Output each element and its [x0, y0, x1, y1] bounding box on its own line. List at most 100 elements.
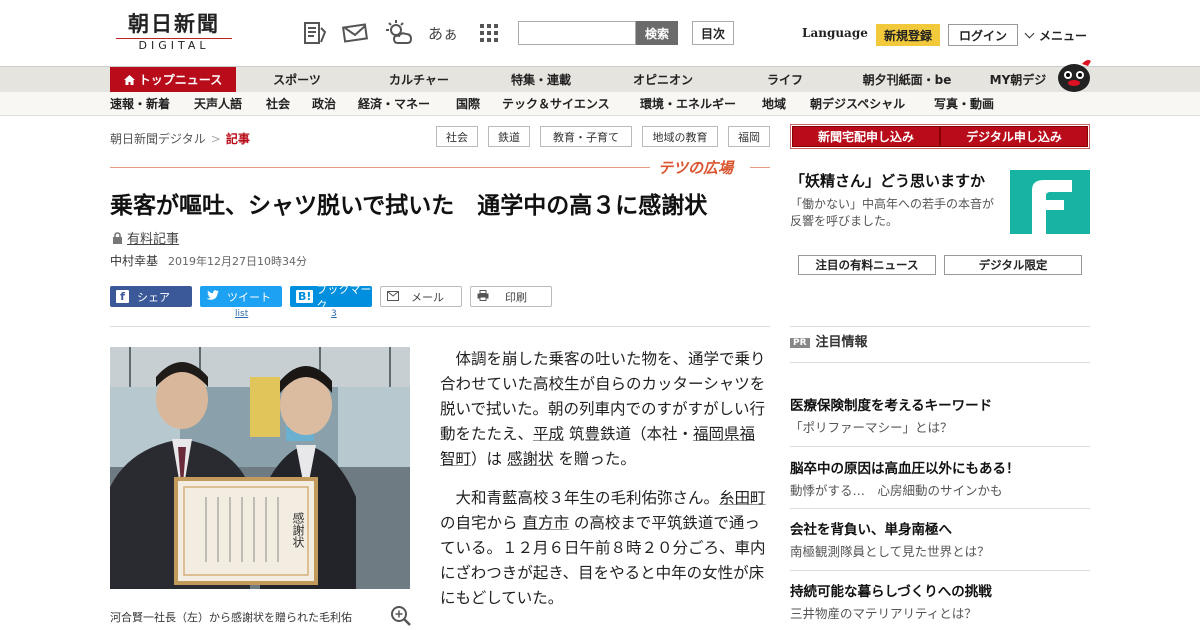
article-divider [110, 326, 770, 327]
nav-features[interactable]: 特集・連載 [498, 67, 584, 93]
nav-tenseijingo[interactable]: 天声人語 [194, 92, 242, 116]
hatena-label: ブックマーク [316, 282, 372, 312]
envelope-icon [387, 290, 399, 304]
menu-label: メニュー [1039, 29, 1088, 43]
tag-railway[interactable]: 鉄道 [488, 126, 530, 147]
nav-photo-video[interactable]: 写真・動画 [934, 92, 994, 116]
facebook-icon: f [116, 290, 129, 303]
home-icon [123, 68, 135, 85]
author-name: 中村幸基 [110, 254, 159, 268]
twitter-icon [206, 289, 219, 304]
breadcrumb-home[interactable]: 朝日新聞デジタル [110, 132, 206, 146]
nav-economy[interactable]: 経済・マネー [358, 92, 430, 116]
nav-my-asadigi[interactable]: MY朝デジ [980, 67, 1056, 93]
nav-society[interactable]: 社会 [266, 92, 290, 116]
subscribe-digital-button[interactable]: デジタル申し込み [940, 126, 1088, 147]
pr-item-sub[interactable]: 南極観測隊員として見た世界とは？ [790, 541, 990, 560]
tag-education[interactable]: 教育・子育て [540, 126, 632, 147]
mail-icon[interactable] [340, 18, 370, 48]
facebook-share-button[interactable]: f シェア [110, 286, 192, 307]
tag-fukuoka[interactable]: 福岡 [728, 126, 770, 147]
language-link[interactable]: Language [802, 26, 868, 40]
nav-paper[interactable]: 朝夕刊紙面・be [852, 67, 962, 93]
nav-region[interactable]: 地域 [762, 92, 786, 116]
weather-icon[interactable] [384, 18, 414, 48]
zoom-icon[interactable] [390, 605, 412, 627]
print-label: 印刷 [505, 290, 527, 304]
p2-text-a: 大和青藍高校３年生の毛利佑弥さん。 [455, 489, 720, 507]
paid-news-button[interactable]: 注目の有料ニュース [798, 255, 936, 275]
keyword-link-nogata[interactable]: 直方市 [522, 514, 569, 532]
nav-top-news[interactable]: トップニュース [110, 67, 236, 93]
grid-icon[interactable] [474, 18, 504, 48]
primary-nav: トップニュース スポーツ カルチャー 特集・連載 オピニオン ライフ 朝夕刊紙面… [0, 66, 1200, 93]
register-button[interactable]: 新規登録 [876, 24, 940, 46]
search-input[interactable] [518, 21, 636, 45]
keyword-link-kanshajo[interactable]: 感謝状 [507, 450, 554, 468]
nav-sports[interactable]: スポーツ [258, 67, 336, 93]
hatena-count[interactable]: 3 [331, 309, 337, 319]
nav-culture[interactable]: カルチャー [376, 67, 462, 93]
sidebar-divider [790, 326, 1090, 327]
pr-item-sub[interactable]: 動悸がする… 心房細動のサインかも [790, 480, 1003, 499]
hatena-bookmark-button[interactable]: B! ブックマーク [290, 283, 372, 312]
pr-item-sub[interactable]: 三井物産のマテリアリティとは？ [790, 603, 977, 622]
menu-button[interactable]: メニュー [1024, 27, 1088, 44]
twitter-share-button[interactable]: ツイート [200, 286, 282, 307]
newspaper-icon[interactable] [300, 18, 330, 48]
feature-text[interactable]: 「働かない」中高年への若手の本音が反響を呼びました。 [790, 196, 1002, 230]
facebook-label: シェア [137, 290, 170, 304]
photo-caption: 河合賢一社長（左）から感謝状を贈られた毛利佑 [110, 611, 352, 624]
site-logo[interactable]: 朝日新聞 DIGITAL [116, 12, 232, 52]
site-header: 朝日新聞 DIGITAL あぁ 検索 目次 Language 新規登録 ログイン… [0, 0, 1200, 66]
feature-title[interactable]: 「妖精さん」どう思いますか [790, 170, 985, 191]
mail-share-button[interactable]: メール [380, 286, 462, 307]
twitter-count[interactable]: list [235, 309, 248, 319]
nav-environment[interactable]: 環境・エネルギー [640, 92, 736, 116]
p1-text-d: を贈った。 [553, 450, 636, 468]
pr-heading-text: 注目情報 [815, 335, 868, 350]
nav-tech[interactable]: テック＆サイエンス [502, 92, 610, 116]
feature-image[interactable] [1010, 170, 1090, 234]
byline: 中村幸基 2019年12月27日10時34分 [110, 252, 307, 269]
nav-life[interactable]: ライフ [750, 67, 820, 93]
pr-badge: PR [790, 338, 810, 348]
pr-item-title[interactable]: 医療保険制度を考えるキーワード [790, 394, 992, 414]
digital-only-button[interactable]: デジタル限定 [944, 255, 1082, 275]
pr-item-title[interactable]: 会社を背負い、単身南極へ [790, 518, 952, 538]
pr-item-sub[interactable]: 「ポリファーマシー」とは？ [790, 417, 953, 436]
tag-society[interactable]: 社会 [436, 126, 478, 147]
section-label[interactable]: テツの広場 [658, 157, 733, 178]
pr-heading: PR 注目情報 [790, 331, 868, 350]
sidebar-divider [790, 362, 1090, 363]
paragraph-2: 大和青藍高校３年生の毛利佑弥さん。糸田町 の自宅から 直方市 の高校まで平筑鉄道… [440, 486, 770, 611]
printer-icon [477, 289, 489, 304]
nav-latest[interactable]: 速報・新着 [110, 92, 170, 116]
breadcrumb: 朝日新聞デジタル > 記事 [110, 130, 250, 147]
hatena-icon: B! [296, 290, 314, 303]
nav-politics[interactable]: 政治 [312, 92, 336, 116]
pr-item-title[interactable]: 脳卒中の原因は高血圧以外にもある！ [790, 457, 1020, 477]
tag-local-education[interactable]: 地域の教育 [642, 126, 718, 147]
subscribe-paper-button[interactable]: 新聞宅配申し込み [792, 126, 940, 147]
section-divider-right [750, 167, 770, 168]
sidebar-divider [790, 446, 1090, 447]
font-size-icon[interactable]: あぁ [428, 18, 458, 48]
search-button[interactable]: 検索 [636, 21, 678, 45]
article-photo[interactable]: 感謝状 [110, 347, 410, 589]
article-title: 乗客が嘔吐、シャツ脱いで拭いた 通学中の高３に感謝状 [110, 193, 708, 219]
paid-text: 有料記事 [127, 232, 180, 247]
mail-label: メール [411, 290, 444, 304]
nav-opinion[interactable]: オピニオン [620, 67, 706, 93]
keyword-link-itoda[interactable]: 糸田町 [719, 489, 766, 507]
print-button[interactable]: 印刷 [470, 286, 552, 307]
keyword-link-heisei[interactable]: 平成 [533, 425, 564, 443]
lock-icon [112, 232, 123, 248]
paid-article-label[interactable]: 有料記事 [112, 228, 179, 248]
login-button[interactable]: ログイン [948, 24, 1018, 46]
pr-item-title[interactable]: 持続可能な暮らしづくりへの挑戦 [790, 580, 992, 600]
nav-special[interactable]: 朝デジスペシャル [810, 92, 905, 116]
mascot-icon[interactable] [1054, 56, 1094, 92]
index-button[interactable]: 目次 [692, 21, 734, 45]
nav-international[interactable]: 国際 [456, 92, 480, 116]
